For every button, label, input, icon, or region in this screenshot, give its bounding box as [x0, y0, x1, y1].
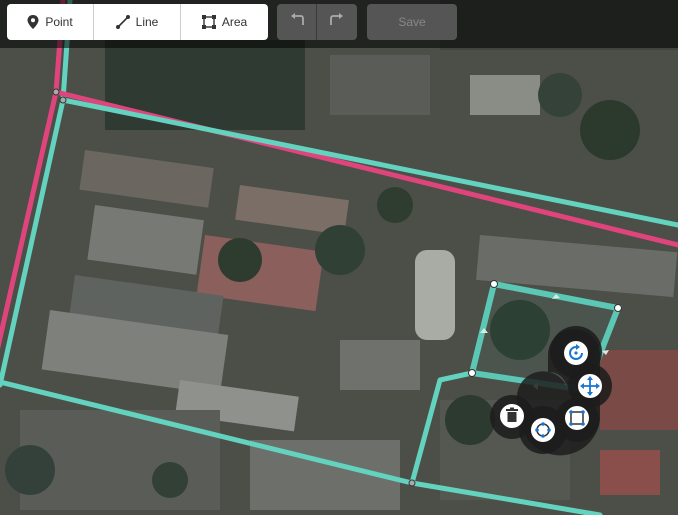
- rotate-icon[interactable]: [564, 341, 588, 365]
- redo-icon: [330, 12, 344, 32]
- delete-icon[interactable]: [500, 404, 524, 428]
- mode-buttons: Point Line Area: [7, 4, 268, 40]
- undo-icon: [290, 12, 304, 32]
- map-canvas[interactable]: [0, 0, 678, 515]
- map-pin-icon: [27, 15, 39, 29]
- vertex[interactable]: [468, 369, 476, 377]
- add-line-button[interactable]: Line: [94, 4, 181, 40]
- vertex[interactable]: [490, 280, 498, 288]
- line-icon: [115, 15, 130, 29]
- circularize-icon[interactable]: [531, 418, 555, 442]
- add-area-label: Area: [221, 15, 248, 29]
- move-icon[interactable]: [578, 374, 602, 398]
- add-point-button[interactable]: Point: [7, 4, 94, 40]
- vertex[interactable]: [614, 304, 622, 312]
- vertex[interactable]: [59, 96, 67, 104]
- square-icon[interactable]: [565, 406, 589, 430]
- undo-redo-group: [277, 4, 357, 40]
- undo-button[interactable]: [277, 4, 317, 40]
- save-label: Save: [398, 15, 426, 29]
- add-line-label: Line: [135, 15, 159, 29]
- top-toolbar: Point Line Area Save: [0, 0, 678, 48]
- add-area-button[interactable]: Area: [181, 4, 268, 40]
- add-point-label: Point: [45, 15, 73, 29]
- area-icon: [201, 15, 216, 29]
- redo-button[interactable]: [317, 4, 357, 40]
- vertex[interactable]: [52, 88, 60, 96]
- save-button[interactable]: Save: [367, 4, 457, 40]
- vertex[interactable]: [408, 479, 416, 487]
